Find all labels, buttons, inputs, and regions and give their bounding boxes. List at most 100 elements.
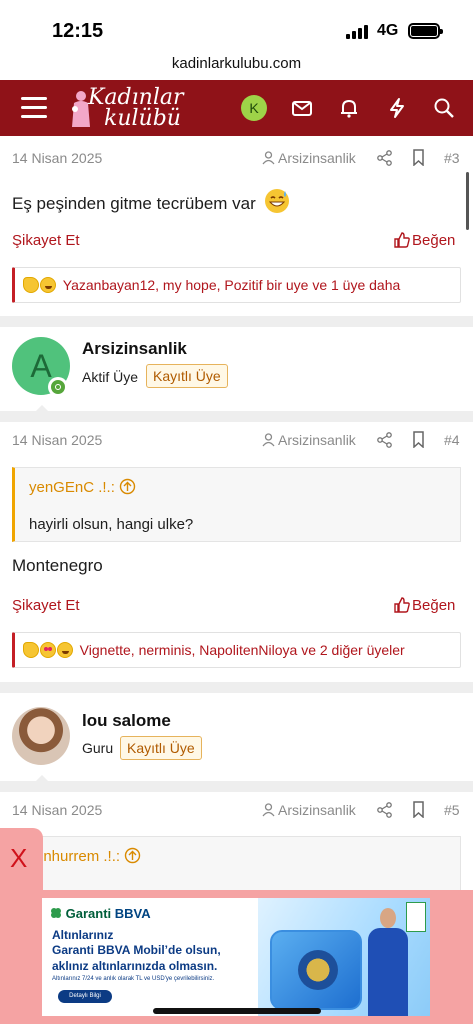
- quote-author-name: yenGEnC .!.:: [29, 479, 115, 496]
- post-text: Montenegro: [12, 556, 103, 575]
- ad-fine-print: Altınlarınız 7/24 ve anlık olarak TL ve …: [52, 976, 215, 982]
- user-name[interactable]: lou salome: [82, 711, 171, 731]
- user-pointer: [32, 405, 52, 415]
- post-separator: [0, 316, 473, 327]
- clover-icon: [51, 908, 61, 918]
- user-block: lou salome Guru Kayıtlı Üye: [0, 693, 473, 777]
- ad-badge-icon: [406, 902, 426, 932]
- post-date[interactable]: 14 Nisan 2025: [12, 150, 102, 166]
- logo-text-line2: kulübü: [104, 106, 181, 131]
- report-link[interactable]: Şikayet Et: [12, 232, 80, 249]
- home-indicator[interactable]: [153, 1008, 321, 1014]
- ad-banner[interactable]: Garanti BBVA Altınlarınız Garanti BBVA M…: [42, 898, 430, 1016]
- online-status-icon: [48, 377, 68, 397]
- share-icon[interactable]: [377, 802, 392, 818]
- site-header: Kadınlar kulübü K: [0, 80, 473, 136]
- bookmark-icon[interactable]: [412, 431, 425, 448]
- user-title: Guru: [82, 740, 114, 756]
- user-icon: [262, 433, 275, 447]
- report-link[interactable]: Şikayet Et: [12, 597, 80, 614]
- user-separator: [0, 781, 473, 792]
- scrollbar[interactable]: [466, 172, 469, 230]
- thumbs-up-reaction-icon: [23, 277, 39, 293]
- post-author[interactable]: Arsizinsanlik: [262, 150, 356, 166]
- bell-icon[interactable]: [338, 97, 360, 119]
- bookmark-icon[interactable]: [412, 801, 425, 818]
- thumbs-up-icon: [394, 232, 410, 248]
- post-meta: 14 Nisan 2025 Arsizinsanlik #4: [0, 422, 473, 458]
- battery-icon: [408, 23, 443, 39]
- post-author-name: Arsizinsanlik: [278, 802, 356, 818]
- post-author[interactable]: Arsizinsanlik: [262, 802, 356, 818]
- user-name[interactable]: Arsizinsanlik: [82, 339, 187, 359]
- network-type: 4G: [377, 22, 399, 39]
- post-date[interactable]: 14 Nisan 2025: [12, 432, 102, 448]
- bookmark-icon[interactable]: [412, 149, 425, 166]
- user-icon: [262, 803, 275, 817]
- jump-up-icon: [119, 478, 136, 495]
- vault-icon: [270, 930, 362, 1010]
- status-bar: 12:15 4G: [0, 0, 473, 52]
- like-button[interactable]: Beğen: [394, 597, 455, 614]
- ad-brand-a: Garanti: [65, 906, 112, 921]
- reactions-text: Yazanbayan12, my hope, Pozitif bir uye v…: [62, 277, 401, 293]
- post-actions: Şikayet Et Beğen: [0, 230, 473, 254]
- mail-icon[interactable]: [291, 97, 313, 119]
- status-time: 12:15: [52, 20, 104, 42]
- ad-headline-3: aklınız altınlarınızda olmasın.: [52, 959, 218, 973]
- ad-close-button[interactable]: X: [10, 843, 27, 874]
- reactions-bar[interactable]: Vignette, nerminis, NapolitenNiloya ve 2…: [12, 632, 461, 668]
- ad-brand-logo: Garanti BBVA: [50, 906, 151, 921]
- user-title: Aktif Üye: [82, 369, 139, 385]
- ad-person-image: [368, 908, 408, 1016]
- user-pointer: [32, 775, 52, 785]
- post-author-name: Arsizinsanlik: [278, 150, 356, 166]
- bolt-icon[interactable]: [386, 97, 408, 119]
- post-meta: 14 Nisan 2025 Arsizinsanlik #3: [0, 140, 473, 176]
- quote-block: yenGEnC .!.: hayirli olsun, hangi ulke?: [12, 467, 461, 542]
- post-author[interactable]: Arsizinsanlik: [262, 432, 356, 448]
- user-badge: Kayıtlı Üye: [146, 364, 228, 388]
- grinning-sweat-emoji-icon: [264, 189, 289, 213]
- share-icon[interactable]: [377, 432, 392, 448]
- laughing-reaction-icon: [39, 277, 56, 293]
- ad-image: [258, 898, 430, 1016]
- like-label: Beğen: [412, 597, 456, 614]
- laughing-reaction-icon: [56, 642, 73, 658]
- quote-text: hayirli olsun, hangi ulke?: [29, 516, 194, 533]
- user-badge: Kayıtlı Üye: [120, 736, 202, 760]
- ad-headline-2: Garanti BBVA Mobil’de olsun,: [52, 943, 221, 957]
- thumbs-up-icon: [394, 597, 410, 613]
- signal-icon: [346, 25, 370, 39]
- post-number[interactable]: #5: [444, 802, 460, 818]
- user-separator: [0, 411, 473, 422]
- heart-eyes-reaction-icon: [39, 642, 56, 658]
- menu-icon[interactable]: [21, 97, 47, 119]
- account-avatar[interactable]: K: [241, 95, 267, 121]
- share-icon[interactable]: [377, 150, 392, 166]
- ad-cta-button[interactable]: Detaylı Bilgi: [58, 990, 112, 1003]
- post-meta: 14 Nisan 2025 Arsizinsanlik #5: [0, 792, 473, 828]
- ad-headline-1: Altınlarınız: [52, 928, 114, 942]
- site-logo[interactable]: Kadınlar kulübü: [66, 85, 186, 131]
- quote-author-name: enhurrem .!.:: [35, 848, 121, 865]
- user-avatar[interactable]: [12, 707, 70, 765]
- post-number[interactable]: #3: [444, 150, 460, 166]
- like-button[interactable]: Beğen: [394, 232, 455, 249]
- user-block: A Arsizinsanlik Aktif Üye Kayıtlı Üye: [0, 327, 473, 411]
- post-author-name: Arsizinsanlik: [278, 432, 356, 448]
- jump-up-icon: [124, 847, 141, 864]
- post-text: Eş peşinden gitme tecrübem var: [12, 194, 256, 213]
- ad-brand-b: BBVA: [114, 906, 151, 921]
- thumbs-up-reaction-icon: [23, 642, 39, 658]
- post-number[interactable]: #4: [444, 432, 460, 448]
- post-actions: Şikayet Et Beğen: [0, 595, 473, 619]
- search-icon[interactable]: [433, 97, 455, 119]
- like-label: Beğen: [412, 232, 456, 249]
- reactions-bar[interactable]: Yazanbayan12, my hope, Pozitif bir uye v…: [12, 267, 461, 303]
- url-bar[interactable]: kadinlarkulubu.com: [0, 52, 473, 80]
- post-separator: [0, 682, 473, 693]
- post-date[interactable]: 14 Nisan 2025: [12, 802, 102, 818]
- quote-author[interactable]: enhurrem .!.:: [35, 847, 141, 865]
- quote-author[interactable]: yenGEnC .!.:: [29, 478, 136, 496]
